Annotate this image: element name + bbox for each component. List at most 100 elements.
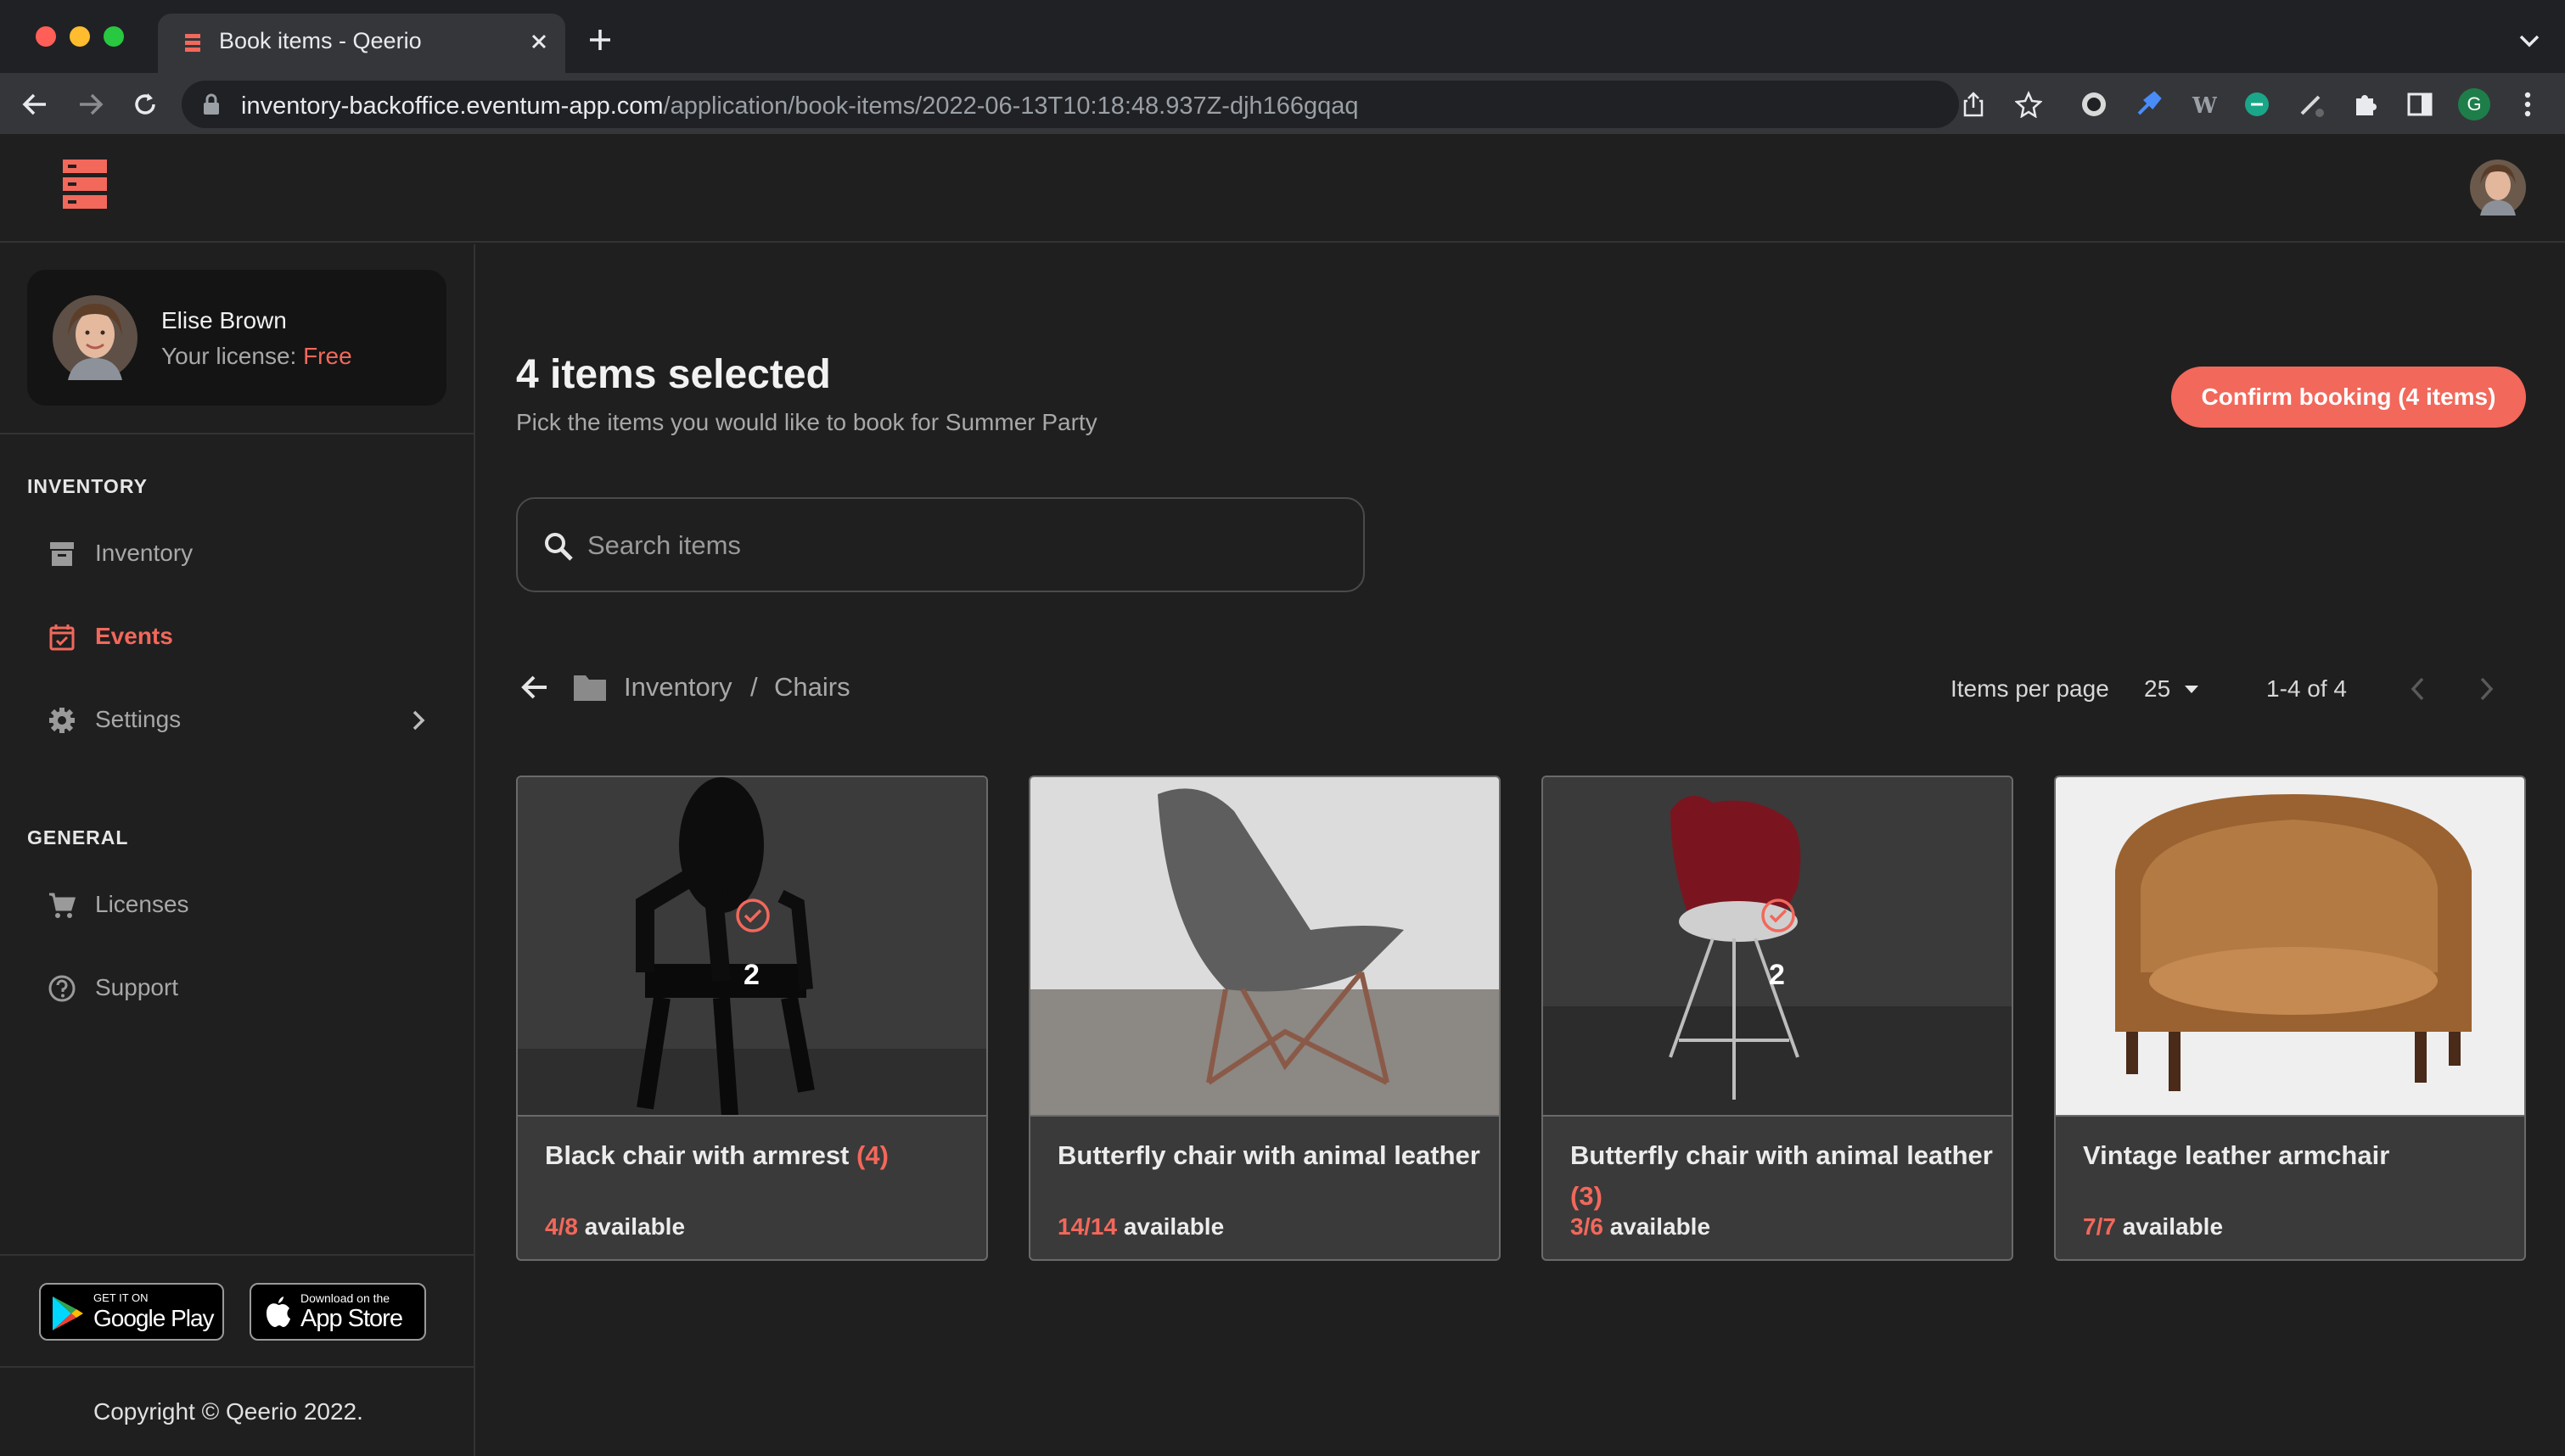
cart-icon <box>48 891 76 920</box>
sidebar-divider <box>0 433 475 434</box>
sidebar-item-events[interactable]: Events <box>34 608 441 667</box>
sidebar-item-label: Events <box>95 623 173 649</box>
calendar-check-icon <box>48 623 76 652</box>
sidebar-item-inventory[interactable]: Inventory <box>34 524 441 584</box>
google-play-small-text: GET IT ON <box>93 1291 149 1304</box>
breadcrumb-chairs[interactable]: Chairs <box>774 672 850 703</box>
license-label: Your license: <box>161 343 297 369</box>
search-box[interactable] <box>516 497 1365 592</box>
extension-1-icon[interactable] <box>2080 90 2108 119</box>
favicon-icon <box>183 32 202 53</box>
user-card[interactable]: Elise Brown Your license: Free <box>27 270 446 406</box>
sidebar: Elise Brown Your license: Free INVENTORY… <box>0 244 475 1456</box>
extension-4-icon[interactable] <box>2242 90 2271 119</box>
extensions-puzzle-icon[interactable] <box>2351 90 2380 119</box>
item-card-butterfly-chair[interactable]: Butterfly chair with animal leather 14/1… <box>1029 776 1501 1261</box>
item-card-vintage-armchair[interactable]: Vintage leather armchair 7/7 available <box>2054 776 2526 1261</box>
gear-icon <box>48 706 76 735</box>
previous-page-icon[interactable] <box>2409 675 2427 703</box>
lock-icon[interactable] <box>202 92 221 116</box>
item-availability: 4/8 available <box>545 1213 686 1240</box>
google-play-icon <box>51 1295 85 1332</box>
archive-icon <box>48 540 76 568</box>
sidebar-item-label: Licenses <box>95 891 189 917</box>
maximize-window-button[interactable] <box>104 26 124 47</box>
google-play-badge[interactable]: GET IT ON Google Play <box>39 1283 224 1341</box>
back-arrow-icon[interactable] <box>20 90 49 119</box>
item-card-black-chair[interactable]: 2 Black chair with armrest (4) 4/8 avail… <box>516 776 988 1261</box>
sidebar-divider <box>0 1254 475 1256</box>
selected-count: 2 <box>744 959 760 991</box>
app-header <box>0 134 2565 243</box>
browser-tab-bar: Book items - Qeerio <box>0 0 2565 73</box>
user-name: Elise Brown <box>161 307 287 333</box>
reload-icon[interactable] <box>131 90 160 119</box>
item-availability: 14/14 available <box>1058 1213 1225 1240</box>
item-name: Butterfly chair with animal leather (3) <box>1570 1140 1993 1211</box>
items-per-page-label: Items per page <box>1950 675 2109 702</box>
items-per-page-select[interactable]: 25 <box>2141 669 2209 706</box>
new-tab-icon[interactable] <box>587 27 613 53</box>
close-tab-icon[interactable] <box>528 31 550 53</box>
tab-search-chevron-icon[interactable] <box>2517 32 2541 49</box>
search-input[interactable] <box>587 524 1334 567</box>
sidebar-divider <box>0 1366 475 1368</box>
general-section-label: GENERAL <box>27 826 129 848</box>
profile-avatar[interactable]: G <box>2458 88 2490 120</box>
license-value: Free <box>303 343 352 369</box>
sidebar-item-settings[interactable]: Settings <box>34 691 441 750</box>
sidebar-item-licenses[interactable]: Licenses <box>34 876 441 935</box>
side-panel-icon[interactable] <box>2405 90 2434 119</box>
sidebar-item-label: Settings <box>95 706 182 732</box>
item-name: Black chair with armrest (4) <box>545 1140 889 1170</box>
apple-icon <box>265 1295 292 1329</box>
extension-5-icon[interactable] <box>2297 90 2326 119</box>
minimize-window-button[interactable] <box>70 26 90 47</box>
browser-toolbar: inventory-backoffice.eventum-app.com/app… <box>0 73 2565 134</box>
browser-menu-icon[interactable] <box>2519 90 2536 119</box>
user-avatar[interactable] <box>2470 160 2526 216</box>
items-per-page-value: 25 <box>2144 675 2171 702</box>
item-selected-qty: (4) <box>856 1140 889 1170</box>
help-circle-icon <box>48 974 76 1003</box>
tab-title: Book items - Qeerio <box>219 28 422 53</box>
selected-check-icon <box>1760 898 1796 933</box>
search-icon <box>543 531 574 562</box>
folder-icon <box>572 672 608 703</box>
pagination-range: 1-4 of 4 <box>2266 675 2347 702</box>
item-availability: 3/6 available <box>1570 1213 1711 1240</box>
confirm-booking-button[interactable]: Confirm booking (4 items) <box>2171 367 2526 428</box>
inventory-section-label: INVENTORY <box>27 475 148 497</box>
svg-text:W: W <box>2192 93 2217 119</box>
url-text: inventory-backoffice.eventum-app.com/app… <box>241 92 1359 120</box>
extension-3-icon[interactable]: W <box>2188 90 2217 119</box>
extension-2-icon[interactable] <box>2134 90 2163 119</box>
user-card-avatar <box>53 295 138 380</box>
user-license: Your license: Free <box>161 343 352 370</box>
item-name: Butterfly chair with animal leather <box>1058 1140 1480 1170</box>
selected-count: 2 <box>1769 959 1785 991</box>
app-store-badge[interactable]: Download on the App Store <box>250 1283 426 1341</box>
google-play-text: Google Play <box>93 1305 215 1331</box>
item-image <box>1030 777 1499 1117</box>
back-arrow-icon[interactable] <box>519 672 550 703</box>
qeerio-logo-icon[interactable] <box>61 158 109 210</box>
breadcrumb-inventory[interactable]: Inventory <box>624 672 732 703</box>
close-window-button[interactable] <box>36 26 56 47</box>
selected-check-icon <box>735 898 771 933</box>
browser-tab[interactable]: Book items - Qeerio <box>158 14 565 73</box>
share-icon[interactable] <box>1961 91 1986 118</box>
breadcrumb-separator: / <box>750 672 758 702</box>
dropdown-caret-icon <box>2183 684 2200 694</box>
item-card-red-chair[interactable]: 2 Butterfly chair with animal leather (3… <box>1541 776 2013 1261</box>
forward-arrow-icon[interactable] <box>76 90 105 119</box>
bookmark-star-icon[interactable] <box>2015 91 2042 118</box>
app-store-text: App Store <box>300 1305 403 1332</box>
item-image <box>2056 777 2524 1117</box>
sidebar-item-support[interactable]: Support <box>34 959 441 1018</box>
address-bar[interactable]: inventory-backoffice.eventum-app.com/app… <box>182 81 2042 128</box>
sidebar-item-label: Inventory <box>95 540 194 566</box>
next-page-icon[interactable] <box>2477 675 2495 703</box>
main-content: 4 items selected Pick the items you woul… <box>477 244 2565 1456</box>
item-availability: 7/7 available <box>2083 1213 2224 1240</box>
